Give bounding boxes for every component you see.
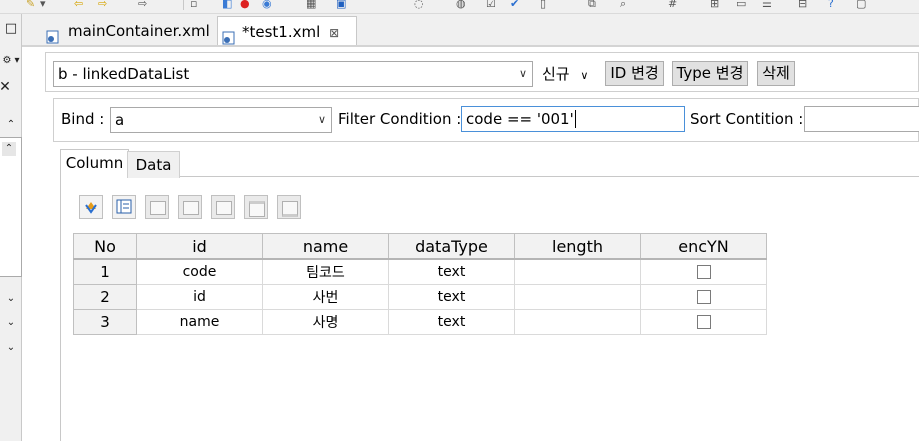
row-number: 3 [73,309,137,335]
split-icon[interactable]: ⊞ [710,0,719,10]
header-name[interactable]: name [262,233,389,260]
datalist-select[interactable]: b - linkedDataList ∨ [53,61,533,87]
copy-icon[interactable]: ⧉ [588,0,596,10]
sort-label: Sort Contition : [690,110,804,128]
table-icon[interactable]: # [668,0,677,10]
insert-column-button[interactable] [178,195,202,219]
chevron-down-icon[interactable]: ∨ [519,62,527,86]
cell-id[interactable]: id [136,284,263,310]
filter-label: Filter Condition : [338,110,462,128]
bind-select[interactable]: a ∨ [110,107,332,133]
move-up-button[interactable] [244,195,268,219]
sort-input[interactable] [804,106,919,132]
header-no[interactable]: No [73,233,137,260]
header-datatype[interactable]: dataType [388,233,515,260]
help-icon[interactable]: ? [828,0,834,10]
globe-icon[interactable]: ◉ [262,0,272,10]
xml-file-icon [222,25,236,45]
tab-test1[interactable]: *test1.xml ⊠ [217,16,357,47]
cell-datatype[interactable]: text [388,258,515,285]
header-length[interactable]: length [514,233,641,260]
move-down-button[interactable] [277,195,301,219]
tab-label: *test1.xml [242,23,321,41]
cell-id[interactable]: name [136,309,263,335]
xml-file-icon [46,24,60,44]
collapse-up-icon[interactable]: ⌃ [2,142,16,156]
encyn-checkbox[interactable] [696,265,711,279]
forward-icon[interactable]: ⇨ [98,0,107,10]
table-row[interactable]: 1 code 팀코드 text [73,258,767,285]
add-column-button[interactable] [145,195,169,219]
main-toolbar: ✎ ▾ ⇦ ⇨ ⇨ ▫ ◧ ● ◉ ▦ ▣ ◌ ◍ ☑ ✔ ▯ ⧉ ⌕ # ⊞ … [0,0,919,14]
column-grid: No id name dataType length encYN 1 code … [73,233,767,335]
stop-icon[interactable]: ● [240,0,250,10]
cell-datatype[interactable]: text [388,284,515,310]
close-tab-icon[interactable]: ⊠ [329,26,339,40]
id-change-button[interactable]: ID 변경 [605,61,664,86]
encyn-checkbox[interactable] [696,290,711,304]
tab-label: mainContainer.xml [68,22,210,40]
expand-down-icon[interactable]: ⌄ [4,341,18,355]
bind-label: Bind : [61,110,105,128]
collapse-up-icon[interactable]: ⌃ [4,118,18,132]
cell-encyn[interactable] [640,258,767,285]
window-icon[interactable]: ▢ [856,0,866,10]
table-row[interactable]: 3 name 사명 text [73,309,767,335]
row-number: 1 [73,258,137,285]
cell-length[interactable] [514,284,641,310]
chevron-down-icon[interactable]: ∨ [318,108,326,132]
layout-icon[interactable]: ▣ [336,0,346,10]
header-id[interactable]: id [136,233,263,260]
cell-id[interactable]: code [136,258,263,285]
cell-name[interactable]: 팀코드 [262,258,389,285]
columns-icon[interactable]: ⊟ [798,0,807,10]
filter-input[interactable]: code == '001' [461,106,685,132]
row-number: 2 [73,284,137,310]
wand-icon[interactable]: ✎ [26,0,35,10]
tab-column[interactable]: Column [60,149,129,178]
refresh-button[interactable] [79,195,103,219]
expand-down-icon[interactable]: ⌄ [4,292,18,306]
minimize-icon[interactable]: □ [4,22,18,36]
new-select[interactable]: 신규 ∨ [542,62,588,86]
back-icon[interactable]: ⇦ [74,0,83,10]
run-icon[interactable]: ◌ [414,0,424,10]
expand-down-icon[interactable]: ⌄ [4,316,18,330]
cell-length[interactable] [514,258,641,285]
type-change-button[interactable]: Type 변경 [672,61,748,86]
monitor-icon[interactable]: ▭ [736,0,746,10]
debug-icon[interactable]: ◍ [456,0,466,10]
next-icon[interactable]: ⇨ [138,0,147,10]
cell-encyn[interactable] [640,284,767,310]
datalist-value: b - linkedDataList [58,65,190,83]
remove-column-button[interactable] [211,195,235,219]
save-icon[interactable]: ◧ [222,0,232,10]
close-icon[interactable]: ✕ [0,80,12,94]
delete-button[interactable]: 삭제 [757,61,795,86]
dropdown-arrow-icon[interactable]: ▾ [40,0,46,10]
zoom-icon[interactable]: ⌕ [620,0,626,10]
cell-datatype[interactable]: text [388,309,515,335]
encyn-checkbox[interactable] [696,315,711,329]
tab-data[interactable]: Data [127,151,180,178]
header-encyn[interactable]: encYN [640,233,767,260]
check-icon[interactable]: ☑ [486,0,496,10]
column-list-button[interactable] [112,195,136,219]
chevron-down-icon[interactable]: ∨ [580,69,588,82]
cell-length[interactable] [514,309,641,335]
layers-icon[interactable]: ☰ [762,0,772,10]
chevron-down-icon[interactable]: ▾ [10,54,24,68]
cell-encyn[interactable] [640,309,767,335]
page-icon[interactable]: ▯ [540,0,546,10]
new-file-icon[interactable]: ▫ [190,0,197,10]
left-panel-list: ⌃ [0,137,22,277]
checkbox-icon[interactable]: ✔ [510,0,519,10]
cell-name[interactable]: 사명 [262,309,389,335]
table-row[interactable]: 2 id 사번 text [73,284,767,310]
cell-name[interactable]: 사번 [262,284,389,310]
grid-icon[interactable]: ▦ [306,0,316,10]
bind-value: a [115,111,125,129]
